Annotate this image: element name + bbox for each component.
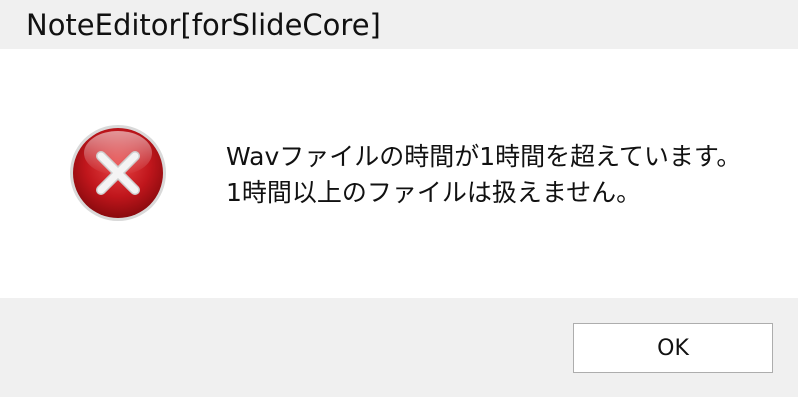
title-bar: NoteEditor[forSlideCore] [0,0,798,49]
error-dialog: NoteEditor[forSlideCore] Wavファイルの時間が1時間を… [0,0,798,397]
ok-button[interactable]: OK [573,323,773,373]
dialog-content: Wavファイルの時間が1時間を超えています。 1時間以上のファイルは扱えません。 [0,49,798,298]
message-line-1: Wavファイルの時間が1時間を超えています。 [226,142,742,171]
message-line-2: 1時間以上のファイルは扱えません。 [226,178,642,207]
button-bar: OK [0,298,798,397]
error-icon [70,125,166,221]
error-message: Wavファイルの時間が1時間を超えています。 1時間以上のファイルは扱えません。 [226,139,741,211]
window-title: NoteEditor[forSlideCore] [26,8,381,42]
